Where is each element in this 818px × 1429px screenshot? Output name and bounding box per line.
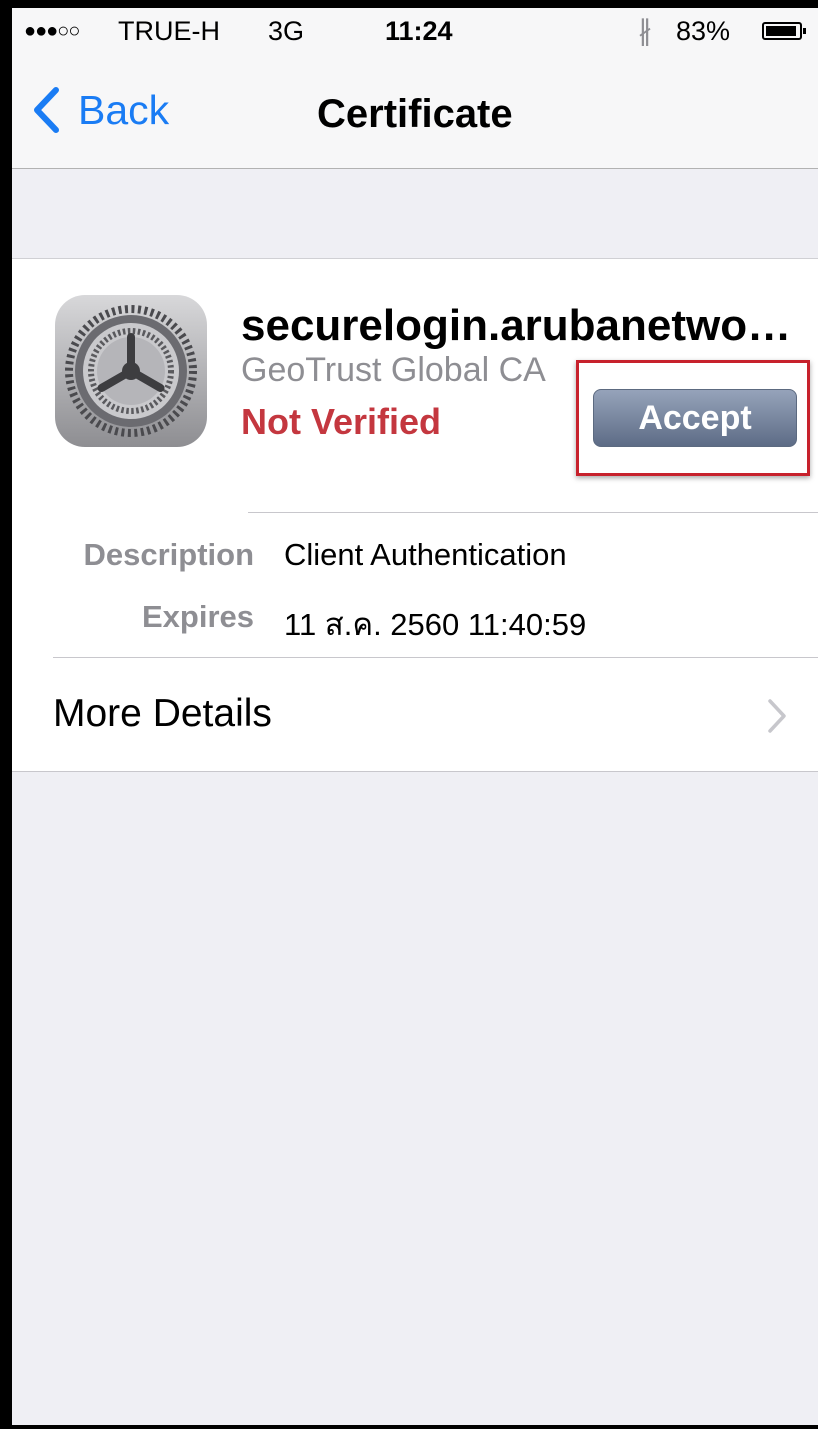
certificate-card: securelogin.arubanetwo… GeoTrust Global … [12,258,818,772]
settings-gear-icon [55,295,207,447]
divider [248,512,818,513]
verification-status: Not Verified [241,401,442,442]
chevron-right-icon [768,699,786,733]
phone-screen: ●●●○○ TRUE-H 3G 11:24 ∦ 83% Back Certifi… [0,0,818,1429]
expires-value: 11 ส.ค. 2560 11:40:59 [284,607,587,642]
carrier-name: TRUE-H [118,16,220,46]
certificate-name: securelogin.arubanetwo… [241,301,792,350]
navigation-bar: Back Certificate [12,52,818,169]
back-button[interactable]: Back [32,80,169,140]
bluetooth-icon: ∦ [638,15,652,46]
accept-button[interactable]: Accept [593,389,797,447]
status-bar: ●●●○○ TRUE-H 3G 11:24 ∦ 83% [12,8,818,52]
battery-percentage: 83% [676,16,731,46]
battery-icon [762,22,806,40]
description-label: Description [83,537,254,572]
expires-label: Expires [141,599,254,634]
page-title: Certificate [317,92,513,136]
certificate-issuer: GeoTrust Global CA [241,351,546,389]
more-details-label: More Details [53,692,272,735]
description-value: Client Authentication [284,537,567,572]
more-details-row[interactable]: More Details [12,658,818,769]
accept-highlight-box: Accept [576,360,810,476]
back-label: Back [78,86,170,133]
status-time: 11:24 [385,16,453,46]
signal-strength-icon: ●●●○○ [24,20,80,42]
chevron-left-icon [34,87,59,133]
network-type: 3G [268,16,305,46]
